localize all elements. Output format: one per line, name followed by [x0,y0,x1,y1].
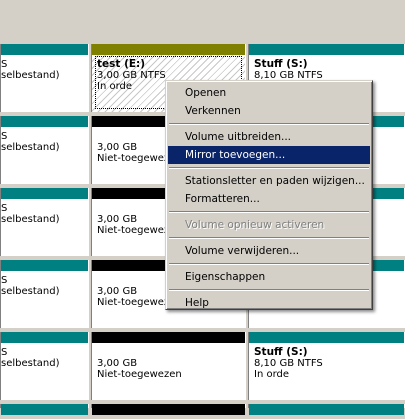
menu-item-eigenschappen[interactable]: Eigenschappen [168,268,370,286]
volume-info: Sselbestand) [1,55,88,112]
volume-block[interactable]: Sselbestand) [0,332,89,400]
volume-context-menu: Openen Verkennen Volume uitbreiden... Mirro… [165,80,373,310]
volume-size: 8,10 GB NTFS [254,358,323,369]
volume-block[interactable] [0,404,89,415]
volume-status-bar [1,116,88,127]
volume-info: Sselbestand) [1,343,88,400]
menu-item-openen[interactable]: Openen [168,84,370,102]
volume-label: Stuff (S:) [254,346,308,358]
menu-item-verkennen[interactable]: Verkennen [168,102,370,120]
volume-status-bar [1,404,88,415]
menu-separator [168,120,370,128]
volume-block[interactable]: 3,00 GB Niet-toegewezen [91,332,246,400]
volume-block[interactable]: Sselbestand) [0,44,89,112]
volume-size: selbestand) [1,214,60,225]
volume-size: selbestand) [1,358,60,369]
menu-separator [168,260,370,268]
volume-size: selbestand) [1,70,60,81]
volume-status-bar [92,404,245,415]
menu-separator [168,234,370,242]
volume-block[interactable] [91,404,246,415]
volume-size: selbestand) [1,286,60,297]
menu-item-help[interactable]: Help [168,294,370,312]
menu-item-volume-uitbreiden[interactable]: Volume uitbreiden... [168,128,370,146]
volume-block[interactable] [248,404,405,415]
volume-info: Sselbestand) [1,199,88,256]
volume-label: test (E:) [97,58,146,70]
volume-status-bar [249,332,404,343]
menu-item-volume-opnieuw-activeren: Volume opnieuw activeren [185,219,325,231]
volume-info [1,415,88,419]
volume-info [249,415,404,419]
volume-size: selbestand) [1,142,60,153]
volume-info: Sselbestand) [1,127,88,184]
menu-separator [168,208,370,216]
volume-size: 3,00 GB [97,358,138,369]
volume-info: Stuff (S:) 8,10 GB NTFS In orde [249,343,404,400]
volume-label [97,347,245,358]
volume-status-bar [92,332,245,343]
volume-block[interactable]: Sselbestand) [0,260,89,328]
menu-item-mirror-toevoegen[interactable]: Mirror toevoegen... [168,146,370,164]
volume-status-bar [1,44,88,55]
volume-label: S [1,275,8,286]
volume-block[interactable]: Sselbestand) [0,116,89,184]
volume-status-bar [1,188,88,199]
menu-separator [168,164,370,172]
menu-item-volume-verwijderen[interactable]: Volume verwijderen... [168,242,370,260]
volume-status-bar [1,332,88,343]
volume-label: S [1,347,8,358]
menu-item-stationsletter-en-paden-wijzigen[interactable]: Stationsletter en paden wijzigen... [168,172,370,190]
volume-status-bar [1,260,88,271]
volume-label: Stuff (S:) [254,58,308,70]
volume-label: S [1,203,8,214]
volume-status-bar [249,44,404,55]
menu-item-formatteren[interactable]: Formatteren... [168,190,370,208]
volume-info: 3,00 GB Niet-toegewezen [92,343,245,400]
volume-info: Sselbestand) [1,271,88,328]
volume-block[interactable]: Stuff (S:) 8,10 GB NTFS In orde [248,332,405,400]
volume-info [92,415,245,419]
volume-label: S [1,59,8,70]
volume-status: In orde [254,369,290,380]
volume-label: S [1,131,8,142]
menu-separator [168,286,370,294]
volume-status: Niet-toegewezen [97,369,182,380]
volume-status-bar [249,404,404,415]
volume-status-bar [92,44,245,55]
volume-block[interactable]: Sselbestand) [0,188,89,256]
